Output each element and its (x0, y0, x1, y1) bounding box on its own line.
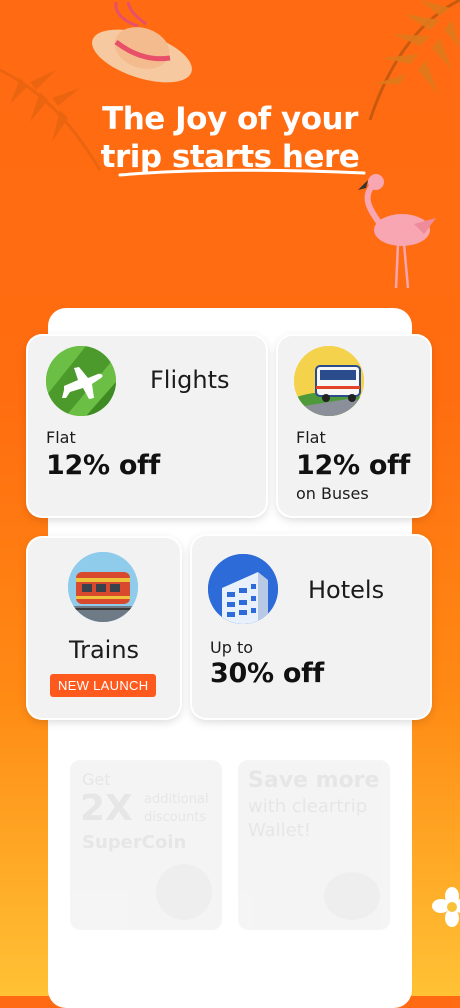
new-launch-badge: NEW LAUNCH (50, 674, 157, 697)
flower-icon (432, 887, 460, 927)
trains-title: Trains (68, 636, 140, 664)
airplane-icon (46, 346, 116, 416)
coin-icon (156, 864, 212, 920)
hotels-offer-label: Up to (210, 638, 254, 657)
headline-underline (118, 168, 366, 177)
hero-headline-line1: The Joy of your (102, 101, 358, 137)
supercoin-promo-card[interactable]: Get 2X additional discounts SuperCoin (70, 760, 222, 930)
trains-card[interactable]: Trains NEW LAUNCH (28, 538, 180, 718)
flights-title: Flights (150, 366, 230, 394)
flights-offer-value: 12% off (46, 450, 160, 481)
wallet-promo-card[interactable]: Save more with cleartrip Wallet! (238, 760, 390, 930)
buses-offer-sub: on Buses (296, 484, 369, 503)
hotels-title: Hotels (308, 576, 385, 604)
flamingo-icon (358, 174, 436, 289)
buses-card[interactable]: Flat 12% off on Buses (278, 336, 430, 516)
hero-headline: The Joy of your trip starts here (0, 100, 460, 176)
buses-offer-value: 12% off (296, 450, 410, 481)
supercoin-get-text: Get (82, 770, 111, 789)
hotels-card[interactable]: Hotels Up to 30% off (192, 536, 430, 718)
buses-offer-label: Flat (296, 428, 326, 447)
wallet-line1: Save more (248, 768, 380, 793)
supercoin-sub1: additional (144, 792, 209, 807)
hotels-offer-value: 30% off (210, 658, 324, 689)
wallet-line2: with cleartrip (248, 796, 368, 817)
wallet-line3: Wallet! (248, 820, 312, 841)
supercoin-brand: SuperCoin (82, 832, 187, 853)
flights-offer-label: Flat (46, 428, 76, 447)
train-icon (68, 552, 138, 622)
building-icon (208, 554, 278, 624)
supercoin-sub2: discounts (144, 810, 207, 825)
supercoin-amount: 2X (80, 788, 133, 829)
wallet-icon (324, 872, 380, 920)
flights-card[interactable]: Flights Flat 12% off (28, 336, 266, 516)
bus-icon (294, 346, 364, 416)
